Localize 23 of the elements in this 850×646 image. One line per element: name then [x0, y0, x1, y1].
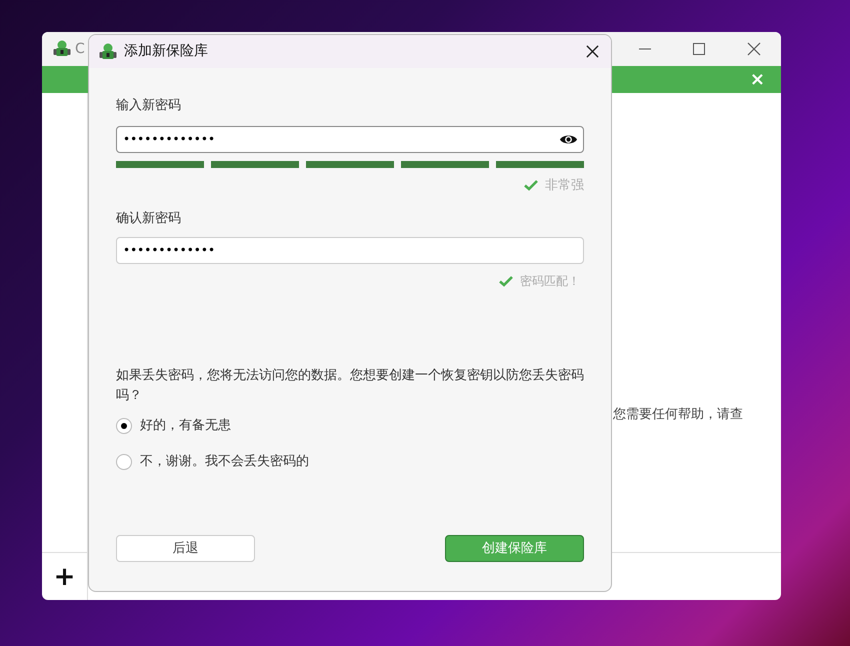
dialog-title: 添加新保险库 [124, 42, 208, 61]
radio-button[interactable] [116, 454, 132, 470]
add-button[interactable]: + [54, 564, 76, 590]
robot-logo-icon [52, 39, 72, 59]
recovery-question: 如果丢失密码，您将无法访问您的数据。您想要创建一个恢复密钥以防您丢失密码吗？ [116, 366, 584, 404]
field-label: 确认新密码 [116, 210, 182, 228]
window-title: C [75, 40, 85, 58]
match-label: 密码匹配！ [520, 272, 580, 290]
radio-option[interactable]: 不，谢谢。我不会丢失密码的 [116, 452, 584, 472]
back-button[interactable]: 后退 [116, 535, 255, 562]
field-label: 输入新密码 [116, 97, 182, 115]
close-icon[interactable] [586, 45, 599, 58]
maximize-icon[interactable] [693, 43, 705, 55]
confirm-password-field[interactable]: ••••••••••••• [116, 236, 584, 264]
help-text: 您需要任何帮助，请查 [613, 406, 743, 424]
robot-logo-icon [98, 42, 118, 62]
checkmark-icon [523, 177, 539, 194]
radio-button[interactable] [116, 418, 132, 434]
close-icon[interactable] [747, 42, 761, 56]
eye-icon[interactable] [559, 132, 578, 146]
strength-label: 非常强 [545, 176, 584, 194]
radio-option[interactable]: 好的，有备无患 [116, 416, 584, 436]
password-field[interactable]: ••••••••••••• [116, 126, 584, 152]
